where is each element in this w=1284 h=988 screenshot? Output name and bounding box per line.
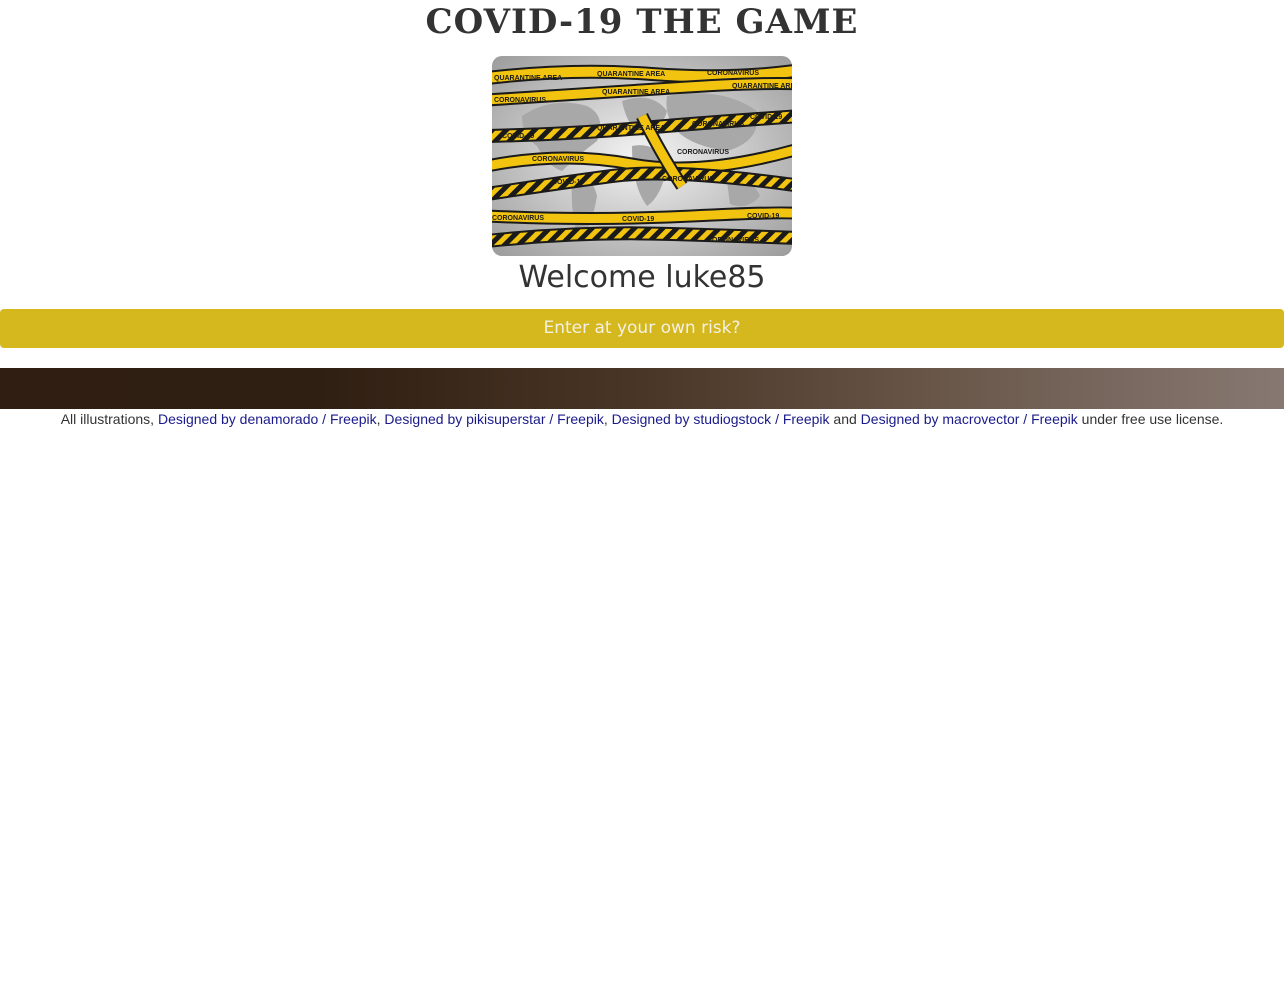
credit-link-pikisuperstar[interactable]: Designed by pikisuperstar / Freepik [384, 411, 603, 427]
credit-link-studiogstock[interactable]: Designed by studiogstock / Freepik [612, 411, 830, 427]
tape-label: QUARANTINE AREA [494, 75, 562, 82]
decorative-gradient-bar [0, 368, 1284, 409]
tape-label: COVID-19 [502, 133, 534, 140]
credit-link-macrovector[interactable]: Designed by macrovector / Freepik [861, 411, 1078, 427]
tape-label: QUARANTINE AREA [597, 125, 665, 132]
page-title: COVID-19 THE GAME [425, 2, 859, 42]
tape-label: QUARANTINE AREA [732, 83, 792, 90]
tape-label: CORONAVIRUS [692, 121, 744, 128]
tape-label: CORONAVIRUS [532, 156, 584, 163]
welcome-message: Welcome luke85 [518, 260, 766, 295]
credits-and: and [833, 411, 857, 427]
tape-label: CORONAVIRUS [677, 149, 729, 156]
credits-prefix: All illustrations, [60, 411, 155, 427]
credits-suffix: under free use license. [1081, 411, 1224, 427]
tape-label: CORONAVIRUS [707, 237, 759, 244]
credits-line: All illustrations, Designed by denamorad… [0, 410, 1284, 428]
tape-label: COVID-19 [622, 216, 654, 223]
tape-label: COVID-19 [747, 213, 779, 220]
tape-label: CORONAVIRUS [707, 70, 759, 77]
quarantine-banner-image: QUARANTINE AREA QUARANTINE AREA CORONAVIRU… [492, 56, 792, 256]
tape-label: CORONAVIRUS [662, 176, 714, 183]
tape-label: COVID-19 [750, 114, 782, 121]
tape-label: QUARANTINE AREA [602, 89, 670, 96]
tape-label: QUARANTINE AREA [597, 71, 665, 78]
credits-separator: , [376, 411, 381, 427]
tape-label: CORONAVIRUS [492, 215, 544, 222]
enter-game-button[interactable]: Enter at your own risk? [0, 309, 1284, 348]
credit-link-denamorado[interactable]: Designed by denamorado / Freepik [158, 411, 377, 427]
tape-label: COVID-19 [552, 179, 584, 186]
tape-label: CORONAVIRUS [494, 97, 546, 104]
credits-separator: , [603, 411, 608, 427]
